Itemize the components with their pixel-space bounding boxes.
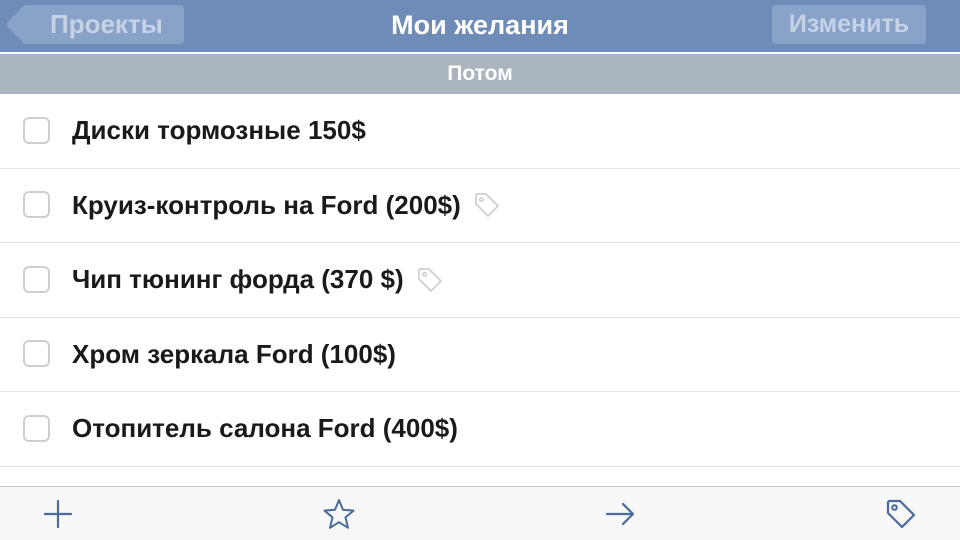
item-label: Диски тормозные 150$ (72, 115, 366, 146)
section-header: Потом (0, 54, 960, 94)
plus-icon[interactable] (41, 497, 75, 531)
item-checkbox[interactable] (23, 340, 50, 368)
item-checkbox[interactable] (23, 414, 50, 442)
list-item[interactable]: Отопитель салона Ford (400$) (0, 392, 960, 467)
tag-icon (417, 267, 442, 292)
tag-icon (474, 193, 499, 218)
item-checkbox[interactable] (23, 265, 50, 293)
star-icon[interactable] (322, 497, 356, 531)
item-label: Чип тюнинг форда (370 $) (72, 264, 404, 295)
item-label: Круиз-контроль на Ford (200$) (72, 189, 461, 220)
edit-button[interactable]: Изменить (772, 5, 926, 44)
bottom-toolbar (0, 486, 960, 540)
list-item[interactable]: Чип тюнинг форда (370 $) (0, 243, 960, 318)
arrow-right-icon[interactable] (603, 497, 637, 531)
list-item[interactable]: Хром зеркала Ford (100$) (0, 318, 960, 392)
list-item[interactable]: Круиз-контроль на Ford (200$) (0, 169, 960, 243)
item-label: Хром зеркала Ford (100$) (72, 338, 396, 369)
item-label: Отопитель салона Ford (400$) (72, 413, 458, 444)
navigation-bar: Проекты Мои желания Изменить (0, 0, 960, 52)
item-checkbox[interactable] (23, 191, 50, 219)
wish-list: Диски тормозные 150$ Круиз-контроль на F… (0, 94, 960, 467)
item-checkbox[interactable] (23, 116, 50, 144)
list-item[interactable]: Диски тормозные 150$ (0, 94, 960, 169)
tag-icon[interactable] (884, 497, 918, 531)
